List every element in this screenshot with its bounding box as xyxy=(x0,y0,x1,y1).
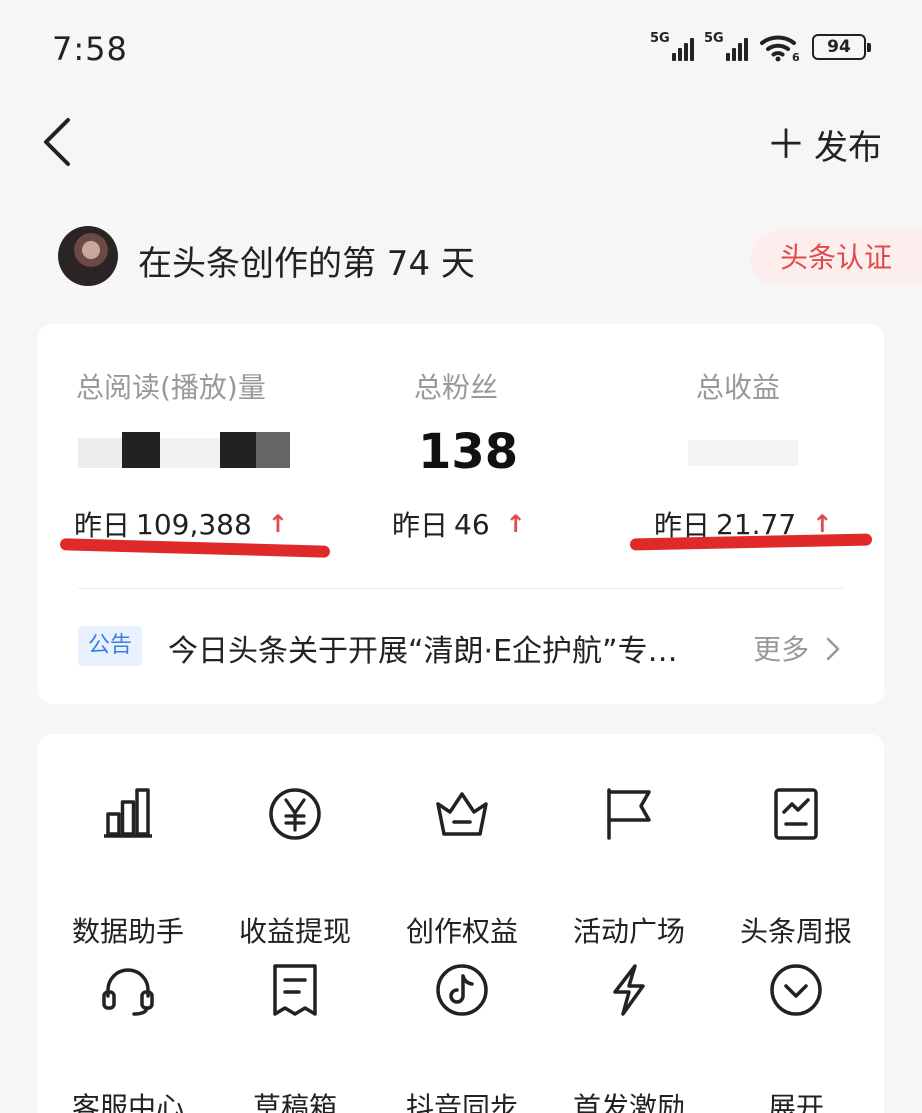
draft-icon xyxy=(273,964,317,1016)
headset-icon xyxy=(102,968,154,1016)
tool-label: 展开 xyxy=(767,1091,824,1113)
profile-row: 在头条创作的第 74 天 头条认证 xyxy=(0,218,922,298)
tool-first-publish-incentive[interactable]: 首发激励 xyxy=(545,962,713,1113)
obscured-value xyxy=(688,432,798,468)
tool-drafts[interactable]: 草稿箱 xyxy=(211,962,379,1113)
verify-badge[interactable]: 头条认证 xyxy=(749,230,922,286)
tool-label: 首发激励 xyxy=(572,1091,685,1113)
status-bar: 7:58 5G 5G 6 94 xyxy=(0,0,922,100)
tool-expand[interactable]: 展开 xyxy=(712,962,880,1113)
stat-total-earnings[interactable]: 总收益 昨日 21.77 ↑ xyxy=(588,324,884,564)
divider xyxy=(78,588,844,589)
top-bar: ＋ 发布 xyxy=(0,100,922,190)
tool-label: 创作权益 xyxy=(405,915,518,948)
tool-label: 客服中心 xyxy=(71,1091,184,1113)
bar-chart-icon xyxy=(104,788,152,838)
notice-row[interactable]: 公告 今日头条关于开展“清朗·E企护航”专… 更多 xyxy=(78,624,844,670)
notice-more-link[interactable]: 更多 xyxy=(753,628,842,668)
network-type-label: 5G xyxy=(650,31,670,46)
tool-douyin-sync[interactable]: 抖音同步 xyxy=(378,962,546,1113)
battery-icon: 94 xyxy=(812,34,871,60)
up-arrow-icon: ↑ xyxy=(267,510,288,538)
stat-label: 总收益 xyxy=(696,371,781,404)
tool-label: 收益提现 xyxy=(238,915,351,948)
stat-total-reads[interactable]: 总阅读(播放)量 昨日 109,388 ↑ xyxy=(38,324,338,564)
tool-label: 活动广场 xyxy=(572,915,685,948)
report-icon xyxy=(774,788,818,840)
back-button[interactable] xyxy=(40,114,80,170)
creation-days-text: 在头条创作的第 74 天 xyxy=(138,244,475,284)
expand-icon xyxy=(770,964,822,1016)
tool-label: 数据助手 xyxy=(71,915,184,948)
wifi-icon: 6 xyxy=(760,35,800,62)
flag-icon xyxy=(607,788,651,840)
battery-level: 94 xyxy=(827,37,851,57)
tool-activity-square[interactable]: 活动广场 xyxy=(545,786,713,948)
avatar[interactable] xyxy=(58,226,118,286)
status-time: 7:58 xyxy=(52,30,128,68)
stat-label: 总粉丝 xyxy=(414,371,499,404)
yuan-icon xyxy=(269,788,321,840)
yesterday-prefix: 昨日 xyxy=(392,509,449,542)
plus-icon: ＋ xyxy=(766,121,806,168)
tool-label: 头条周报 xyxy=(739,915,852,948)
stats-card: 总阅读(播放)量 昨日 109,388 ↑ 总粉丝 138 昨日 46 ↑ 总收… xyxy=(38,324,884,704)
lightning-icon xyxy=(613,964,645,1016)
stat-yesterday: 昨日 109,388 ↑ xyxy=(74,504,288,544)
yesterday-value: 46 xyxy=(454,507,490,541)
wifi-version-label: 6 xyxy=(792,51,800,62)
tool-customer-service[interactable]: 客服中心 xyxy=(44,962,212,1113)
crown-icon xyxy=(436,792,488,836)
network-type-label: 5G xyxy=(704,31,724,46)
notice-text[interactable]: 今日头条关于开展“清朗·E企护航”专… xyxy=(168,626,678,670)
more-label: 更多 xyxy=(753,633,810,666)
stat-total-fans[interactable]: 总粉丝 138 昨日 46 ↑ xyxy=(338,324,588,564)
tool-label: 草稿箱 xyxy=(252,1091,337,1113)
tool-label: 抖音同步 xyxy=(405,1091,518,1113)
cellular-signal-icon: 5G xyxy=(704,31,748,61)
up-arrow-icon: ↑ xyxy=(505,510,526,538)
tool-data-assistant[interactable]: 数据助手 xyxy=(44,786,212,948)
back-arrow-icon xyxy=(44,118,70,166)
publish-label: 发布 xyxy=(814,128,882,168)
tool-earnings-withdraw[interactable]: 收益提现 xyxy=(211,786,379,948)
cellular-signal-icon: 5G xyxy=(650,31,694,61)
obscured-value xyxy=(78,432,290,468)
stat-label: 总阅读(播放)量 xyxy=(76,371,266,404)
douyin-icon xyxy=(436,964,488,1016)
yesterday-value: 109,388 xyxy=(136,507,252,541)
stat-value: 138 xyxy=(418,424,519,480)
publish-button[interactable]: ＋ 发布 xyxy=(766,120,882,169)
tools-card: 数据助手 收益提现 创作权益 活动广场 头条周报 客服中心 草稿箱 抖音同步 首… xyxy=(38,734,884,1113)
chevron-right-icon xyxy=(826,637,840,661)
tool-creator-rights[interactable]: 创作权益 xyxy=(378,786,546,948)
stat-yesterday: 昨日 46 ↑ xyxy=(392,504,526,544)
status-icons: 5G 5G 6 94 xyxy=(650,31,871,62)
tool-weekly-report[interactable]: 头条周报 xyxy=(712,786,880,948)
notice-tag: 公告 xyxy=(78,626,143,666)
